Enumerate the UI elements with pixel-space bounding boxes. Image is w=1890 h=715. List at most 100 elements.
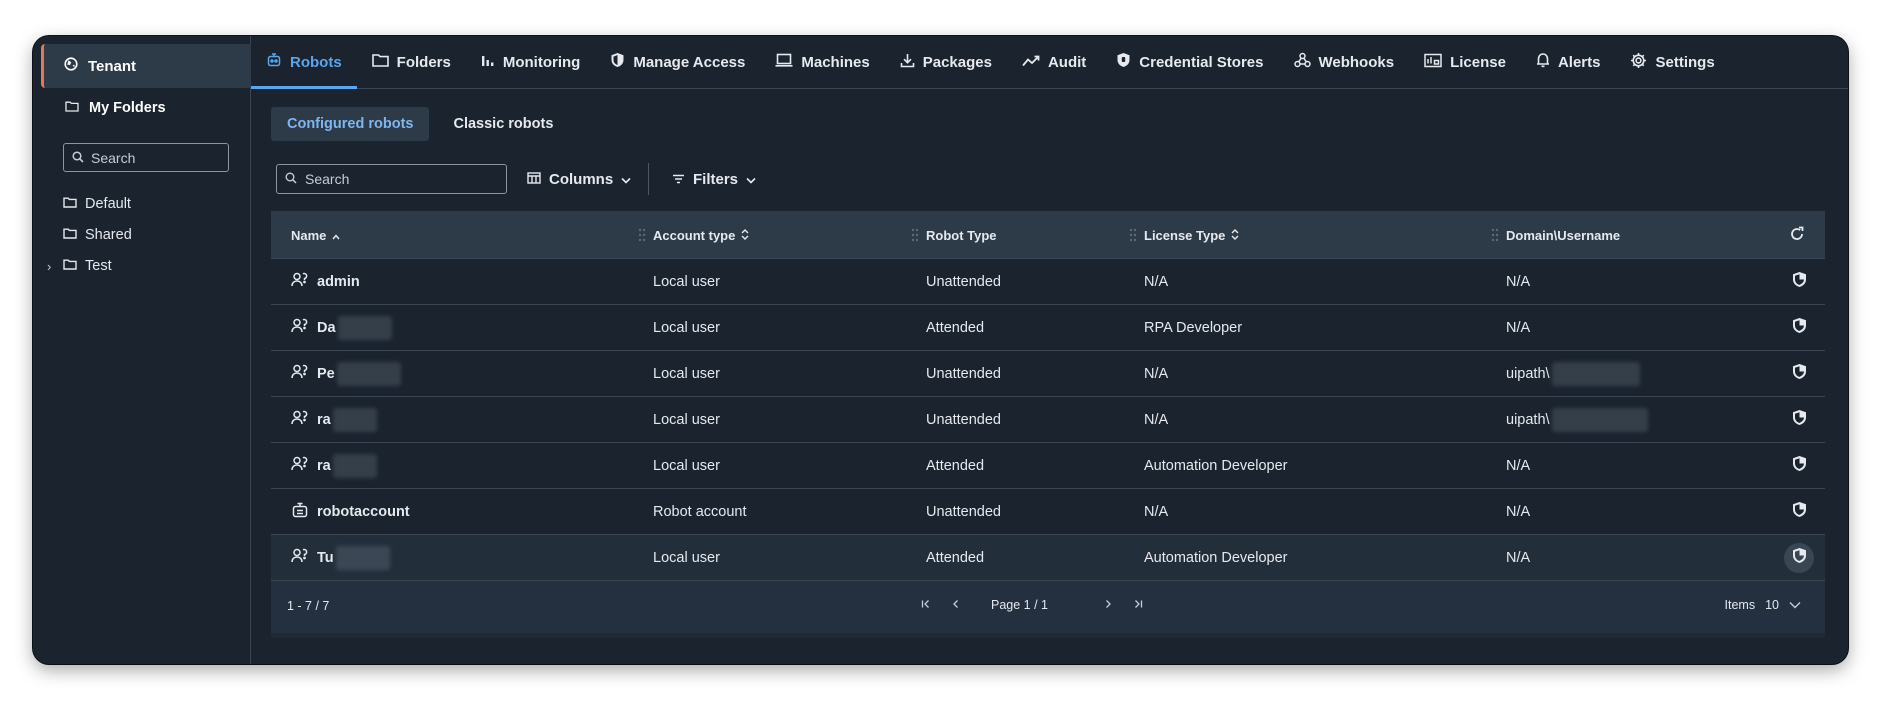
tab-folders[interactable]: Folders <box>357 36 466 88</box>
table-row[interactable]: Da Local user Attended RPA Developer N/A <box>271 305 1825 351</box>
account-type-cell: Local user <box>653 366 720 382</box>
header-label: Name <box>291 227 327 243</box>
robot-type-cell: Unattended <box>926 504 1001 520</box>
page-indicator: Page 1 / 1 <box>991 598 1048 612</box>
robot-type-cell: Unattended <box>926 274 1001 290</box>
manage-access-button[interactable] <box>1784 267 1814 297</box>
items-per-page-select[interactable]: 10 <box>1765 598 1801 612</box>
table-row[interactable]: Tu Local user Attended Automation Develo… <box>271 535 1825 581</box>
column-header-account-type[interactable]: Account type <box>653 211 749 259</box>
folder-item-default[interactable]: Default <box>63 196 131 212</box>
folder-icon <box>65 100 79 116</box>
manage-access-button[interactable] <box>1784 543 1814 573</box>
items-label: Items <box>1724 598 1756 612</box>
column-resize-handle[interactable] <box>1129 228 1137 242</box>
folder-item-test[interactable]: › Test <box>47 258 112 274</box>
tab-audit[interactable]: Audit <box>1007 36 1101 88</box>
my-folders-item[interactable]: My Folders <box>65 100 166 116</box>
domain-username-cell: N/A <box>1506 504 1531 520</box>
tab-label: Settings <box>1655 53 1715 71</box>
tab-manage-access[interactable]: Manage Access <box>595 36 760 88</box>
download-icon <box>900 53 915 72</box>
subtab-configured-robots[interactable]: Configured robots <box>271 107 430 141</box>
account-type-cell: Local user <box>653 320 720 336</box>
search-icon <box>285 171 297 187</box>
table-row[interactable]: admin Local user Unattended N/A N/A <box>271 259 1825 305</box>
domain-username-text: uipath\ <box>1506 412 1550 428</box>
first-page-icon[interactable] <box>921 598 951 612</box>
tab-label: License <box>1450 53 1506 71</box>
manage-access-button[interactable] <box>1784 405 1814 435</box>
shield-icon <box>1792 501 1807 523</box>
folder-icon <box>63 196 77 212</box>
chevron-right-icon[interactable]: › <box>47 259 51 274</box>
folder-icon <box>63 258 77 274</box>
column-resize-handle[interactable] <box>911 228 919 242</box>
tab-label: Robots <box>290 53 342 71</box>
license-type-cell: N/A <box>1144 504 1169 520</box>
tab-credential-stores[interactable]: Credential Stores <box>1101 36 1278 88</box>
user-group-icon <box>291 456 309 476</box>
account-type-cell: Local user <box>653 550 720 566</box>
manage-access-button[interactable] <box>1784 497 1814 527</box>
subtab-classic-robots[interactable]: Classic robots <box>437 107 569 141</box>
table-row[interactable]: ra Local user Attended Automation Develo… <box>271 443 1825 489</box>
manage-access-button[interactable] <box>1784 451 1814 481</box>
tab-robots[interactable]: Robots <box>251 36 357 89</box>
last-page-icon[interactable] <box>1133 598 1153 612</box>
search-icon <box>72 150 84 166</box>
manage-access-button[interactable] <box>1784 313 1814 343</box>
manage-access-button[interactable] <box>1784 359 1814 389</box>
header-label: Domain\Username <box>1506 227 1621 243</box>
folder-label: Default <box>85 196 131 212</box>
column-resize-handle[interactable] <box>1491 228 1499 242</box>
sort-icon <box>741 228 749 243</box>
tab-webhooks[interactable]: Webhooks <box>1279 36 1410 88</box>
shield-icon <box>1792 363 1807 385</box>
filters-button[interactable]: Filters <box>672 164 756 194</box>
robots-search-input[interactable]: Search <box>276 164 507 194</box>
table-row[interactable]: robotaccount Robot account Unattended N/… <box>271 489 1825 535</box>
shield-icon <box>1792 409 1807 431</box>
tab-alerts[interactable]: Alerts <box>1521 36 1616 88</box>
toolbar-divider <box>648 163 649 195</box>
column-resize-handle[interactable] <box>638 228 646 242</box>
tab-label: Manage Access <box>633 53 746 71</box>
tab-label: Alerts <box>1557 53 1601 71</box>
tab-license[interactable]: License <box>1409 36 1521 88</box>
column-header-domain-username[interactable]: Domain\Username <box>1506 211 1620 259</box>
column-header-robot-type[interactable]: Robot Type <box>926 211 997 259</box>
license-type-cell: N/A <box>1144 412 1169 428</box>
sort-ascending-icon <box>332 228 340 243</box>
tab-machines[interactable]: Machines <box>760 36 884 88</box>
next-page-icon[interactable] <box>1103 598 1133 612</box>
license-type-cell: N/A <box>1144 274 1169 290</box>
table-row[interactable]: Pe Local user Unattended N/A uipath\ <box>271 351 1825 397</box>
refresh-button[interactable] <box>1789 211 1805 259</box>
bell-icon <box>1536 52 1550 72</box>
bar-chart-icon <box>481 53 495 71</box>
folder-item-shared[interactable]: Shared <box>63 227 132 243</box>
column-header-license-type[interactable]: License Type <box>1144 211 1239 259</box>
tenant-item[interactable]: Tenant <box>41 44 251 88</box>
column-header-name[interactable]: Name <box>291 211 340 259</box>
domain-username-cell: uipath\ <box>1506 397 1648 443</box>
laptop-icon <box>775 53 793 71</box>
account-type-cell: Robot account <box>653 504 747 520</box>
shield-icon <box>1792 271 1807 293</box>
tab-settings[interactable]: Settings <box>1615 36 1729 88</box>
license-type-cell: Automation Developer <box>1144 550 1288 566</box>
pagination-bar: 1 - 7 / 7 Page 1 / 1 Items 10 <box>271 581 1825 633</box>
tab-monitoring[interactable]: Monitoring <box>466 36 595 88</box>
items-per-page-value: 10 <box>1765 598 1779 612</box>
previous-page-icon[interactable] <box>951 598 991 612</box>
sidebar-search-input[interactable]: Search <box>63 143 229 172</box>
account-type-cell: Local user <box>653 274 720 290</box>
robot-type-cell: Attended <box>926 320 985 336</box>
table-row[interactable]: ra Local user Unattended N/A uipath\ <box>271 397 1825 443</box>
columns-button[interactable]: Columns <box>527 164 631 194</box>
header-label: Robot Type <box>926 227 997 243</box>
robots-table: Name Account type Robot Type License Typ… <box>271 211 1825 638</box>
robot-subtabs: Configured robots Classic robots <box>271 107 569 141</box>
tab-packages[interactable]: Packages <box>885 36 1007 88</box>
